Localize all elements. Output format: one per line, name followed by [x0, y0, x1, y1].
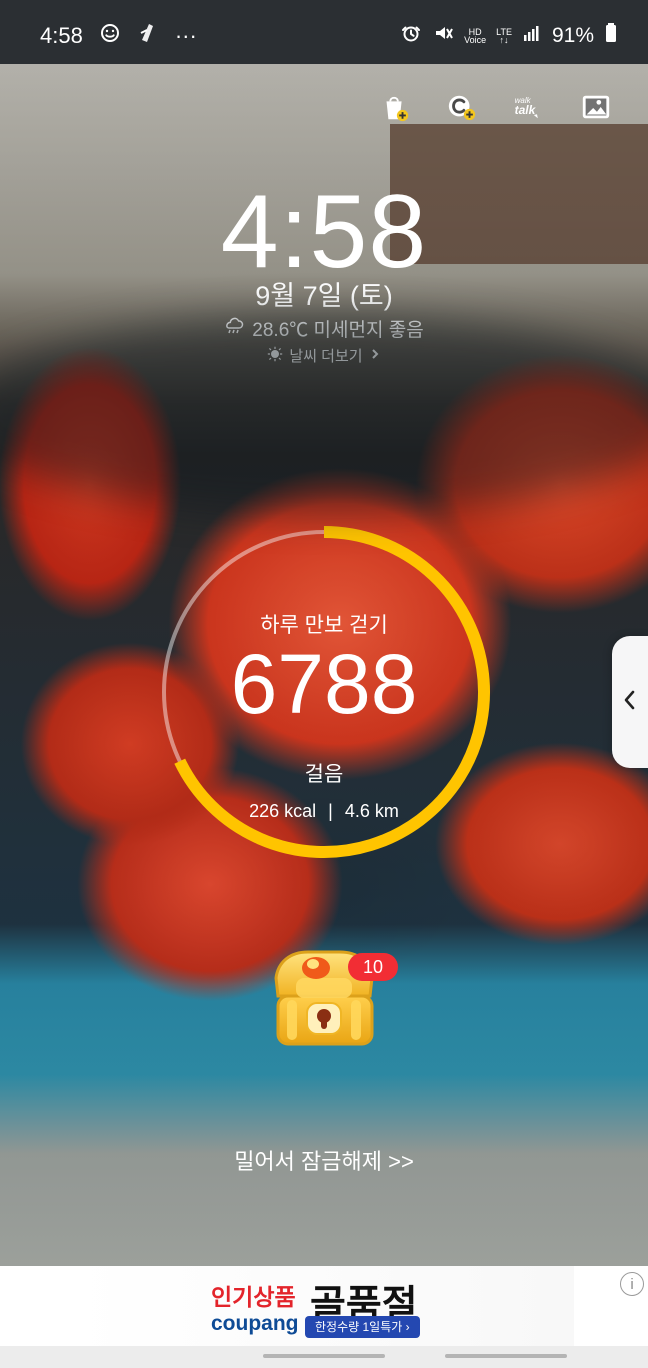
status-time: 4:58 [40, 23, 83, 48]
battery-percent: 91% [551, 24, 594, 47]
lte-arrows: ↑↓ [499, 35, 509, 45]
sun-icon [267, 346, 283, 366]
coin-plus-icon[interactable] [446, 91, 478, 123]
status-bar-right: HD Voice LTE ↑↓ 91% [400, 22, 618, 50]
signal-icon [522, 23, 542, 49]
lockscreen-wallpaper: walk talk 4:58 9월 7일 (토) 28.6℃ 미세먼지 좋음 날… [0, 64, 648, 1266]
swipe-to-unlock-label[interactable]: 밀어서 잠금해제 >> [0, 1144, 648, 1176]
gesture-nav-bar [0, 1346, 648, 1368]
step-progress-center: 하루 만보 걷기 6788 걸음 226 kcal | 4.6 km [152, 520, 496, 864]
rain-cloud-icon [224, 317, 244, 341]
nav-gesture-indicator-right[interactable] [445, 1354, 567, 1358]
lte-indicator: LTE ↑↓ [496, 28, 512, 45]
shopping-bag-plus-icon[interactable] [379, 91, 411, 123]
chevron-left-icon [622, 689, 638, 716]
step-progress-widget[interactable]: 하루 만보 걷기 6788 걸음 226 kcal | 4.6 km [152, 520, 496, 864]
face-icon [99, 22, 121, 50]
info-icon[interactable]: i [620, 1272, 644, 1296]
weather-summary-text: 28.6℃ 미세먼지 좋음 [252, 320, 424, 341]
step-unit: 걸음 [304, 763, 344, 786]
ad-popular-items-text: 인기상품 [211, 1284, 296, 1310]
battery-icon [604, 22, 618, 50]
status-bar: 4:58 ··· HD Voice LTE ↑↓ 91% [0, 0, 648, 64]
status-bar-left: 4:58 ··· [40, 22, 197, 50]
image-icon[interactable] [580, 91, 612, 123]
reward-count-badge: 10 [348, 953, 398, 981]
weather-summary[interactable]: 28.6℃ 미세먼지 좋음 [0, 315, 648, 342]
side-panel-handle[interactable] [612, 636, 648, 768]
step-goal-title: 하루 만보 걷기 [260, 614, 388, 637]
alarm-icon [400, 22, 422, 50]
nav-gesture-indicator-left[interactable] [263, 1354, 385, 1358]
step-metrics: 226 kcal | 4.6 km [152, 801, 496, 822]
calories-value: 226 kcal [249, 801, 317, 821]
walk-talk-icon[interactable]: walk talk [513, 91, 545, 123]
chevron-right-icon [369, 347, 381, 364]
distance-value: 4.6 km [344, 801, 399, 821]
weather-more-text: 날씨 더보기 [289, 348, 363, 365]
top-action-bar: walk talk [379, 91, 612, 123]
step-count: 6788 [230, 637, 418, 731]
mute-icon [432, 22, 454, 50]
voice-label: Voice [464, 35, 487, 45]
lockscreen-date: 9월 7일 (토) [255, 281, 393, 311]
metrics-divider: | [328, 801, 333, 821]
hd-voice-indicator: HD Voice [464, 28, 487, 45]
walking-app-icon [137, 22, 159, 50]
weather-more-link[interactable]: 날씨 더보기 [0, 345, 648, 366]
more-status-icon: ··· [174, 23, 197, 48]
ad-banner[interactable]: 인기상품 coupang 골품절 한정수량 1일특가 › [74, 1266, 574, 1346]
ad-cta-pill[interactable]: 한정수량 1일특가 › [305, 1316, 420, 1338]
ad-banner-area[interactable]: 인기상품 coupang 골품절 한정수량 1일특가 › i [0, 1266, 648, 1346]
ad-brand-text: coupang [211, 1312, 299, 1335]
talk-label: talk [515, 103, 537, 117]
